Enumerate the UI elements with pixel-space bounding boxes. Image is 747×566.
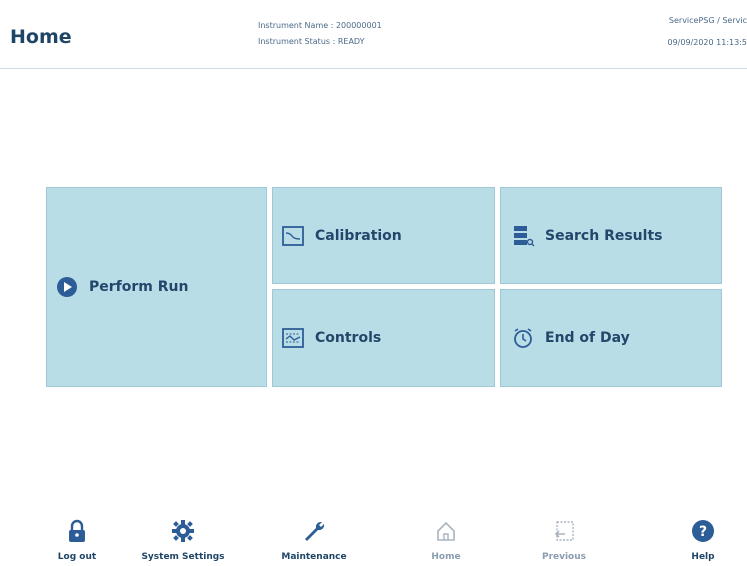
logout-label: Log out xyxy=(57,552,97,562)
end-of-day-icon xyxy=(511,326,535,350)
perform-run-button[interactable]: Perform Run xyxy=(46,187,267,387)
header-divider xyxy=(0,68,747,69)
wrench-icon xyxy=(301,518,327,544)
maintenance-label: Maintenance xyxy=(281,552,347,562)
perform-run-label: Perform Run xyxy=(89,279,189,295)
date-time: 09/09/2020 11:13:5 xyxy=(667,38,747,47)
play-icon xyxy=(55,275,79,299)
maintenance-button[interactable]: Maintenance xyxy=(264,510,364,566)
svg-text:?: ? xyxy=(699,524,707,540)
page-title: Home xyxy=(10,26,72,48)
calibration-button[interactable]: Calibration xyxy=(272,187,495,284)
help-button[interactable]: ? Help xyxy=(653,510,747,566)
gear-icon xyxy=(170,518,196,544)
controls-icon xyxy=(281,326,305,350)
footer-toolbar: Log out System Settings Maintenance Home… xyxy=(0,510,747,566)
end-of-day-label: End of Day xyxy=(545,330,630,346)
logout-button[interactable]: Log out xyxy=(27,510,127,566)
previous-button[interactable]: Previous xyxy=(514,510,614,566)
home-label: Home xyxy=(431,552,461,562)
system-settings-button[interactable]: System Settings xyxy=(133,510,233,566)
database-search-icon xyxy=(511,224,535,248)
header-bar: Home Instrument Name : 200000001 Instrum… xyxy=(0,0,747,68)
lock-icon xyxy=(64,518,90,544)
previous-label: Previous xyxy=(541,552,587,562)
calibration-label: Calibration xyxy=(315,227,402,244)
help-icon: ? xyxy=(690,518,716,544)
system-settings-label: System Settings xyxy=(141,552,225,562)
home-icon xyxy=(433,518,459,544)
end-of-day-button[interactable]: End of Day xyxy=(500,289,722,387)
home-button[interactable]: Home xyxy=(396,510,496,566)
controls-button[interactable]: Controls xyxy=(272,289,495,387)
instrument-status: Instrument Status : READY xyxy=(258,37,365,46)
help-label: Help xyxy=(691,552,715,562)
calibration-icon xyxy=(281,224,305,248)
search-results-button[interactable]: Search Results xyxy=(500,187,722,284)
instrument-info: Instrument Name : 200000001 Instrument S… xyxy=(258,18,382,50)
controls-label: Controls xyxy=(315,330,382,346)
instrument-name: Instrument Name : 200000001 xyxy=(258,21,382,30)
search-results-label: Search Results xyxy=(545,227,663,244)
previous-icon xyxy=(551,518,577,544)
user-name: ServicePSG / Servic xyxy=(668,16,747,25)
